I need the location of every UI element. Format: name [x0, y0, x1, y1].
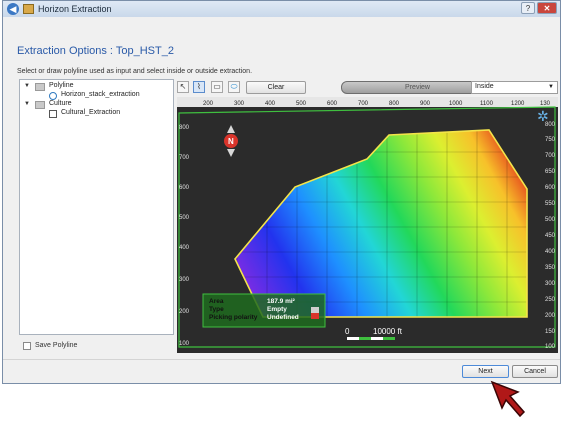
info-label-area: Area	[209, 298, 224, 305]
info-label-type: Type	[209, 306, 224, 313]
left-tick-label: 300	[179, 277, 190, 283]
info-label-polarity: Picking polarity	[209, 314, 258, 321]
right-tick-label: 250	[545, 297, 556, 303]
app-icon	[23, 4, 34, 14]
polyline-tool-button[interactable]: ⌇	[193, 81, 205, 93]
expand-caret-icon[interactable]: ▼	[24, 101, 30, 107]
polyline-tree: ▼ Polyline Horizon_stack_extraction ▼ Cu…	[19, 79, 174, 335]
left-tick-label: 600	[179, 185, 190, 191]
page-title: Extraction Options : Top_HST_2	[17, 45, 174, 57]
top-tick-label: 900	[420, 101, 431, 107]
instructions-text: Select or draw polyline used as input an…	[17, 68, 253, 75]
ellipse-tool-button[interactable]: ⬭	[228, 81, 240, 93]
map-canvas[interactable]: 200 300 400 500 600 700 800 900 1000 110…	[177, 97, 558, 353]
scale-start-label: 0	[345, 327, 350, 336]
compass-label: N	[228, 137, 234, 146]
cancel-button[interactable]: Cancel	[512, 365, 558, 378]
pointer-icon: ↖	[179, 82, 187, 91]
info-value-polarity: Undefined	[267, 314, 299, 321]
pointer-tool-button[interactable]: ↖	[177, 81, 189, 93]
info-value-type: Empty	[267, 306, 287, 313]
top-tick-label: 400	[265, 101, 276, 107]
extraction-mode-value: Inside	[475, 83, 494, 90]
left-tick-label: 200	[179, 309, 190, 315]
clear-button[interactable]: Clear	[246, 81, 306, 94]
tree-item-horizon-stack-extraction[interactable]: Horizon_stack_extraction	[61, 91, 140, 98]
pointer-arrow-icon	[490, 380, 526, 418]
left-tick-label: 100	[179, 341, 190, 347]
top-tick-label: 800	[389, 101, 400, 107]
right-tick-label: 300	[545, 281, 556, 287]
top-tick-label: 600	[327, 101, 338, 107]
rectangle-tool-button[interactable]: ▭	[211, 81, 223, 93]
top-tick-label: 1000	[449, 101, 463, 107]
tree-group-polyline[interactable]: Polyline	[49, 82, 74, 89]
right-tick-label: 550	[545, 201, 556, 207]
right-tick-label: 350	[545, 265, 556, 271]
top-tick-label: 300	[234, 101, 245, 107]
title-bar: ◀ Horizon Extraction ? ✕	[3, 1, 560, 17]
polyline-icon: ⌇	[197, 82, 201, 91]
footer-divider	[3, 359, 560, 360]
window-title: Horizon Extraction	[38, 4, 112, 14]
horizon-extraction-window: ◀ Horizon Extraction ? ✕ Extraction Opti…	[2, 0, 561, 384]
top-tick-label: 1100	[480, 101, 494, 107]
left-tick-label: 800	[179, 125, 190, 131]
save-polyline-label: Save Polyline	[35, 342, 78, 349]
right-tick-label: 700	[545, 153, 556, 159]
left-tick-label: 400	[179, 245, 190, 251]
rectangle-icon: ▭	[213, 82, 221, 91]
chevron-down-icon: ▼	[548, 84, 554, 90]
right-tick-label: 150	[545, 329, 556, 335]
right-tick-label: 400	[545, 249, 556, 255]
top-tick-label: 1200	[511, 101, 525, 107]
extraction-mode-select[interactable]: Inside ▼	[471, 81, 558, 94]
snowflake-icon[interactable]: ✲	[537, 108, 549, 124]
culture-item-icon	[49, 110, 57, 118]
info-panel: Area 187.9 mi² Type Empty Picking polari…	[202, 293, 326, 328]
info-value-area: 187.9 mi²	[267, 298, 296, 305]
right-tick-label: 500	[545, 217, 556, 223]
expand-caret-icon[interactable]: ▼	[24, 83, 30, 89]
left-tick-label: 500	[179, 215, 190, 221]
scale-bar	[347, 337, 395, 340]
tree-item-cultural-extraction[interactable]: Cultural_Extraction	[61, 109, 120, 116]
right-tick-label: 650	[545, 169, 556, 175]
left-tick-label: 700	[179, 155, 190, 161]
right-tick-label: 200	[545, 313, 556, 319]
next-button[interactable]: Next	[462, 365, 509, 378]
polarity-icon-fill	[311, 313, 319, 319]
right-tick-label: 600	[545, 185, 556, 191]
scale-end-label: 10000 ft	[373, 327, 403, 336]
save-polyline-checkbox[interactable]	[23, 342, 31, 350]
top-tick-label: 130	[540, 101, 551, 107]
back-button[interactable]: ◀	[7, 3, 19, 15]
top-tick-label: 500	[296, 101, 307, 107]
folder-icon	[35, 83, 45, 91]
polyline-item-icon	[49, 92, 57, 100]
right-tick-label: 100	[545, 344, 556, 350]
folder-icon	[35, 101, 45, 109]
back-arrow-icon: ◀	[9, 4, 17, 14]
top-tick-label: 200	[203, 101, 214, 107]
right-tick-label: 450	[545, 233, 556, 239]
help-button[interactable]: ?	[521, 2, 535, 14]
top-tick-label: 700	[358, 101, 369, 107]
ellipse-icon: ⬭	[230, 82, 238, 91]
close-button[interactable]: ✕	[537, 2, 557, 14]
right-tick-label: 750	[545, 137, 556, 143]
tree-group-culture[interactable]: Culture	[49, 100, 72, 107]
